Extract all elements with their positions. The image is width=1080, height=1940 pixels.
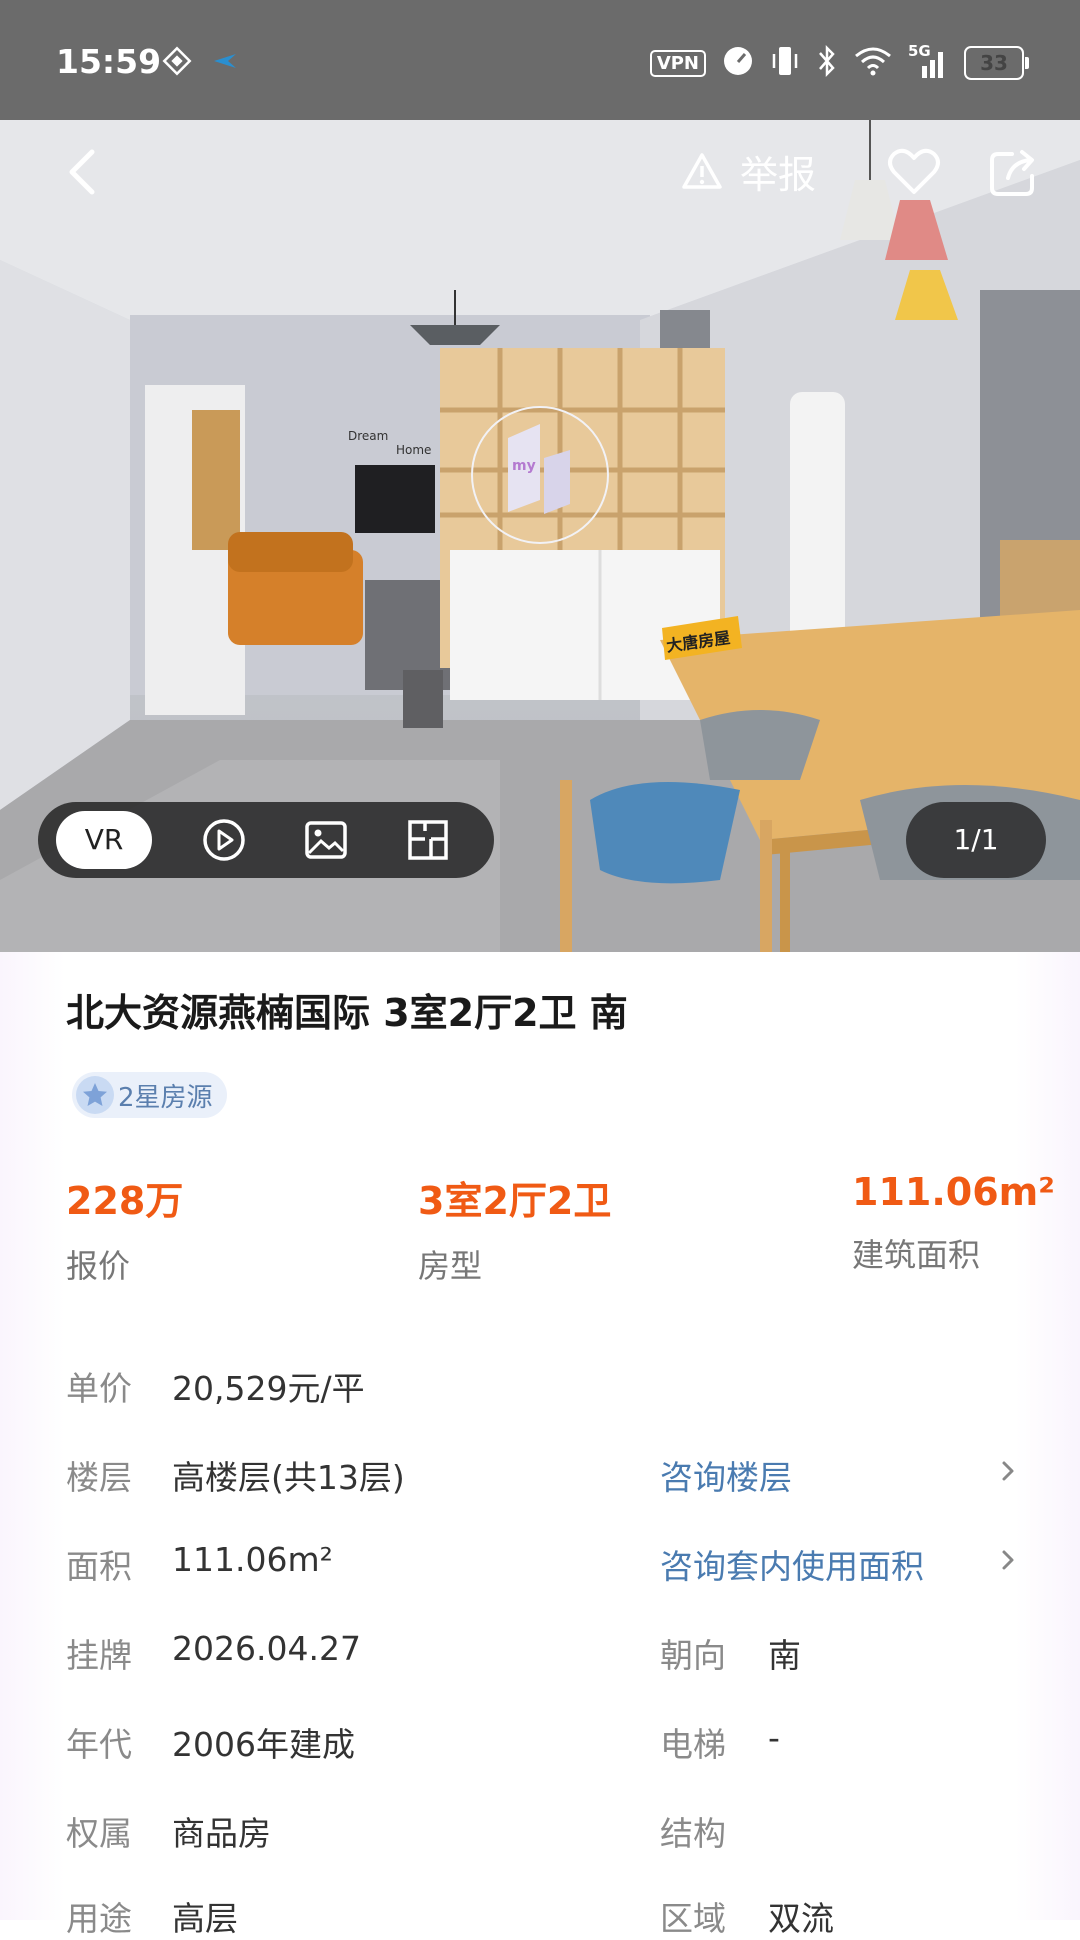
battery-indicator: 33 — [964, 46, 1029, 80]
year-label: 年代 — [66, 1725, 132, 1764]
listed-label: 挂牌 — [66, 1636, 132, 1675]
photo-top-bar: 举报 — [0, 120, 1080, 220]
layout-value: 3室2厅2卫 — [418, 1179, 612, 1223]
year-value: 2006年建成 — [172, 1725, 355, 1764]
structure-label: 结构 — [660, 1814, 726, 1853]
cell-signal-icon: 5G — [908, 42, 948, 80]
listed-value: 2026.04.27 — [172, 1629, 361, 1668]
wall-text-home: Home — [396, 443, 431, 457]
wall-text-dream: Dream — [348, 429, 388, 443]
ownership-label: 权属 — [66, 1814, 132, 1853]
heart-icon — [888, 148, 940, 194]
vibrate-icon — [770, 44, 800, 82]
floor-value: 高楼层(共13层) — [172, 1458, 405, 1497]
district-value: 双流 — [768, 1899, 834, 1938]
back-arrow-icon — [69, 149, 95, 195]
status-left-icons — [162, 46, 240, 80]
diamond-app-icon — [162, 46, 192, 80]
warning-icon — [682, 152, 722, 189]
usage-label: 用途 — [66, 1899, 132, 1938]
listing-title: 北大资源燕楠国际 3室2厅2卫 南 — [66, 991, 628, 1035]
area-stat: 111.06m² 建筑面积 — [852, 1170, 1055, 1276]
unit-price-label: 单价 — [66, 1369, 132, 1408]
unit-price-value: 20,529元/平 — [172, 1369, 365, 1408]
bluetooth-icon — [816, 44, 838, 82]
area-row-value: 111.06m² — [172, 1540, 333, 1579]
star-icon — [76, 1076, 114, 1114]
price-stat: 228万 报价 — [66, 1170, 183, 1287]
video-tab[interactable] — [194, 810, 254, 870]
elevator-value: - — [768, 1718, 780, 1757]
favorite-button[interactable] — [884, 142, 944, 202]
area-value: 111.06m² — [852, 1170, 1055, 1214]
vr-logo-text: my — [512, 458, 536, 474]
area-label: 建筑面积 — [852, 1236, 981, 1274]
usage-value: 高层 — [172, 1899, 238, 1938]
layout-label: 房型 — [418, 1247, 483, 1285]
floorplan-tab[interactable] — [398, 810, 458, 870]
consult-floor-link[interactable]: 咨询楼层 — [660, 1451, 792, 1499]
play-icon — [203, 819, 245, 861]
status-right-icons: VPN 5G 33 — [649, 42, 1029, 82]
photo-counter: 1/1 — [906, 802, 1046, 878]
speed-gauge-icon — [722, 45, 754, 81]
image-icon — [305, 821, 347, 859]
status-bar: 15:59 VPN 5G 33 — [0, 0, 1080, 120]
layout-stat: 3室2厅2卫 房型 — [418, 1170, 611, 1287]
star-rating-label: 2星房源 — [118, 1082, 213, 1113]
listing-info-card: 北大资源燕楠国际 3室2厅2卫 南 2星房源 228万 报价 3室2厅2卫 房型… — [0, 952, 1080, 1938]
consult-inner-area-link[interactable]: 咨询套内使用面积 — [660, 1540, 924, 1588]
report-label: 举报 — [740, 153, 817, 197]
floorplan-icon — [408, 820, 448, 860]
price-label: 报价 — [66, 1247, 131, 1285]
share-button[interactable] — [984, 142, 1044, 202]
ownership-value: 商品房 — [172, 1814, 271, 1853]
area-row-label: 面积 — [66, 1547, 132, 1586]
wifi-icon — [854, 46, 892, 80]
vr-tab[interactable]: VR — [56, 811, 152, 869]
orientation-label: 朝向 — [660, 1636, 726, 1675]
elevator-label: 电梯 — [660, 1725, 726, 1764]
status-time: 15:59 — [56, 42, 162, 81]
back-button[interactable] — [56, 142, 116, 202]
photos-tab[interactable] — [296, 810, 356, 870]
district-label: 区域 — [660, 1899, 726, 1938]
battery-level: 33 — [980, 51, 1008, 75]
star-rating-badge[interactable]: 2星房源 — [72, 1072, 227, 1118]
floor-label: 楼层 — [66, 1458, 132, 1497]
chevron-right-icon[interactable] — [996, 1543, 1020, 1577]
share-icon — [990, 150, 1034, 196]
report-button[interactable]: 举报 — [680, 144, 816, 199]
orientation-value: 南 — [768, 1636, 801, 1675]
media-selector-bar: VR — [38, 802, 494, 878]
chevron-right-icon[interactable] — [996, 1454, 1020, 1488]
airplane-app-icon — [210, 46, 240, 80]
price-value: 228万 — [66, 1179, 184, 1223]
vpn-badge: VPN — [649, 49, 706, 77]
